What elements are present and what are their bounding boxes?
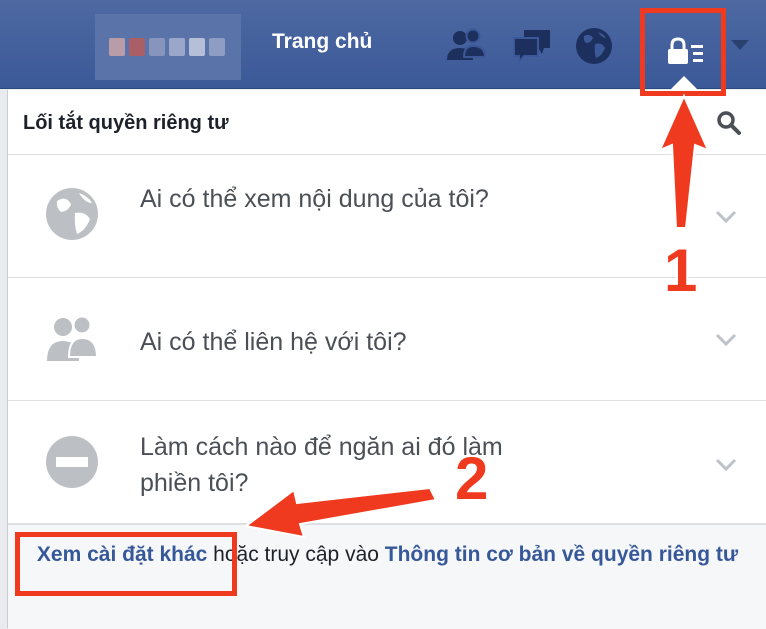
top-navigation-bar: Trang chủ xyxy=(0,0,766,96)
home-link[interactable]: Trang chủ xyxy=(272,30,372,54)
blurred-pixel xyxy=(149,38,165,56)
annotation-step-2: 2 xyxy=(455,445,489,512)
privacy-row-who-can-contact[interactable]: Ai có thể liên hệ với tôi? xyxy=(8,278,766,401)
block-icon xyxy=(46,436,98,488)
privacy-row-who-can-see[interactable]: Ai có thể xem nội dung của tôi? xyxy=(8,155,766,278)
privacy-row-block-someone[interactable]: Làm cách nào để ngăn ai đó làm phiền tôi… xyxy=(8,401,766,524)
annotation-highlight-box-2 xyxy=(15,532,237,596)
blurred-pixel xyxy=(209,38,225,56)
search-icon[interactable] xyxy=(716,110,742,136)
lock-icon xyxy=(668,37,703,64)
people-icon xyxy=(47,315,99,361)
profile-thumbnail-blurred[interactable] xyxy=(95,14,241,80)
blurred-pixel xyxy=(109,38,125,56)
notifications-globe-icon[interactable] xyxy=(572,24,616,68)
friend-requests-icon[interactable] xyxy=(444,24,488,68)
blurred-pixel xyxy=(129,38,145,56)
blurred-pixel xyxy=(169,38,185,56)
row-label: Ai có thể xem nội dung của tôi? xyxy=(140,185,489,213)
annotation-step-1: 1 xyxy=(664,237,698,304)
panel-title: Lối tắt quyền riêng tư xyxy=(23,112,229,134)
privacy-basics-link[interactable]: Thông tin cơ bản về quyền riêng tư xyxy=(385,543,738,566)
panel-header: Lối tắt quyền riêng tư xyxy=(8,90,766,155)
globe-icon xyxy=(46,188,98,240)
chevron-down-icon[interactable] xyxy=(714,332,738,348)
privacy-shortcuts-button[interactable] xyxy=(640,8,726,96)
chevron-down-icon[interactable] xyxy=(714,209,738,225)
messages-icon[interactable] xyxy=(510,24,554,68)
row-label: Ai có thể liên hệ với tôi? xyxy=(140,328,407,356)
blurred-pixel xyxy=(189,38,205,56)
chevron-down-icon[interactable] xyxy=(714,457,738,473)
account-menu-caret-icon[interactable] xyxy=(731,40,749,50)
